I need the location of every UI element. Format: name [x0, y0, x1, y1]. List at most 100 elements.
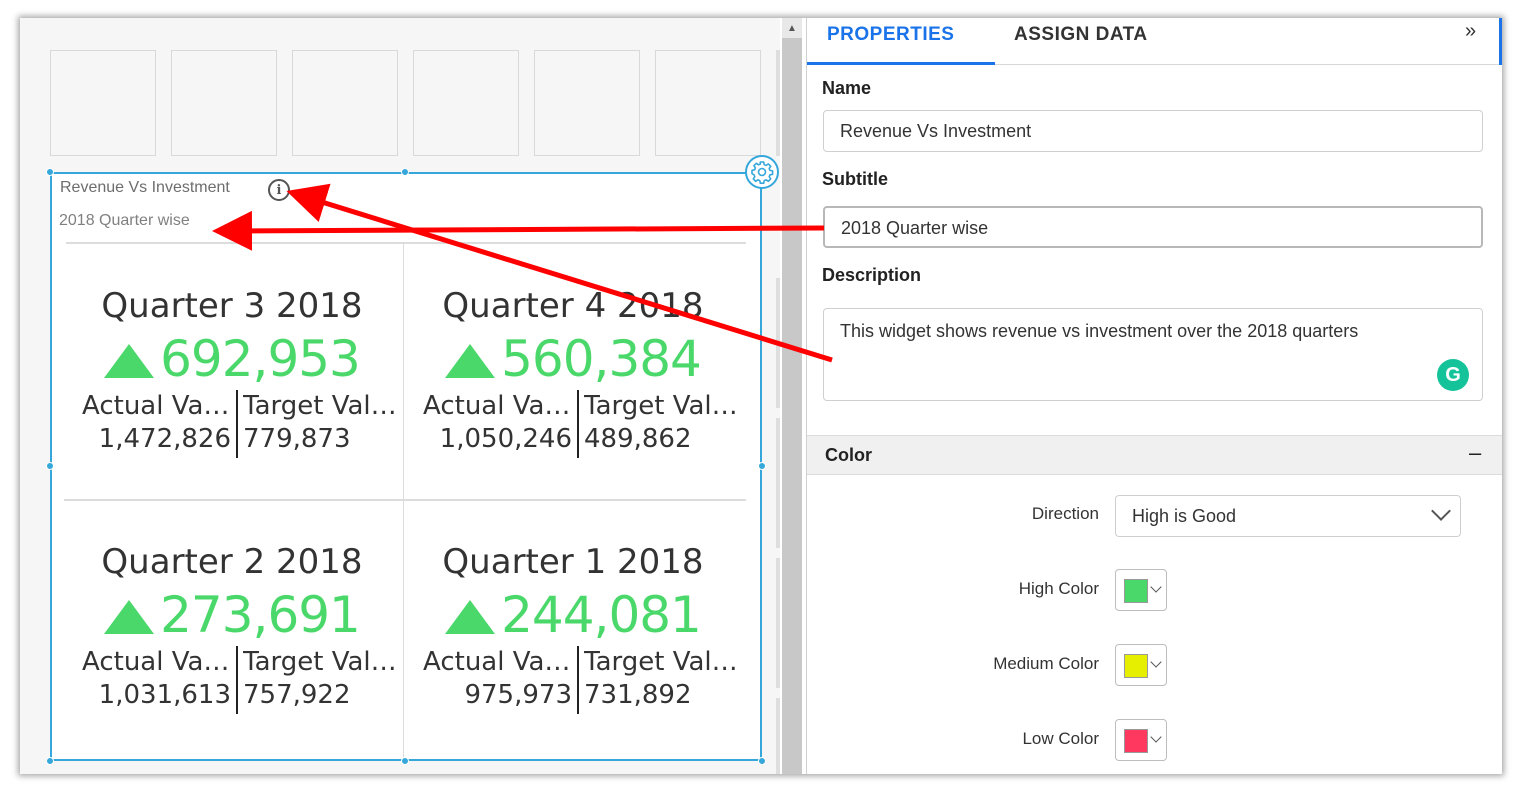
low-color-picker[interactable] [1115, 719, 1167, 761]
double-chevron-right-icon[interactable]: » [1465, 20, 1476, 43]
resize-handle-bottom-right[interactable] [758, 757, 766, 765]
actual-value: 1,050,246 [439, 424, 572, 454]
triangle-up-icon [445, 344, 496, 378]
chevron-up-icon[interactable]: ▲ [782, 18, 802, 38]
empty-widget-slot[interactable] [171, 50, 277, 156]
kpi-card-title: Quarter 4 2018 [442, 286, 704, 326]
kpi-value: 244,081 [501, 586, 702, 644]
target-label: Target Val… [584, 647, 738, 677]
active-tab-indicator [807, 62, 995, 65]
triangle-up-icon [104, 600, 155, 634]
kpi-value: 560,384 [501, 330, 702, 388]
target-label: Target Val… [243, 647, 397, 677]
resize-handle-right[interactable] [758, 462, 766, 470]
medium-color-swatch [1124, 654, 1148, 678]
empty-widget-slot-edge [776, 50, 780, 156]
actual-label: Actual Val… [82, 391, 231, 421]
chevron-down-icon [1150, 731, 1162, 743]
target-column: Target Val… 489,862 [579, 390, 743, 456]
actual-value: 1,031,613 [98, 680, 231, 710]
kpi-card-title: Quarter 2 2018 [101, 542, 363, 582]
target-label: Target Val… [243, 391, 397, 421]
kpi-card[interactable]: Quarter 4 2018 560,384 Actual Val… 1,050… [403, 244, 743, 494]
name-input[interactable]: Revenue Vs Investment [823, 110, 1483, 152]
direction-select[interactable]: High is Good [1115, 495, 1461, 537]
kpi-card[interactable]: Quarter 3 2018 692,953 Actual Val… 1,472… [62, 244, 402, 494]
kpi-card-widget[interactable]: Revenue Vs Investment i 2018 Quarter wis… [50, 172, 762, 763]
target-value: 779,873 [243, 424, 351, 454]
color-section-header[interactable]: Color – [807, 435, 1502, 475]
tab-properties[interactable]: PROPERTIES [827, 24, 954, 46]
empty-widget-slot-edge [776, 418, 780, 548]
gear-icon[interactable] [745, 155, 779, 189]
empty-widget-slot[interactable] [534, 50, 640, 156]
designer-canvas: Revenue Vs Investment i 2018 Quarter wis… [20, 18, 780, 774]
resize-handle-bottom-left[interactable] [46, 757, 54, 765]
chevron-down-icon [1150, 656, 1162, 668]
actual-label: Actual Val… [82, 647, 231, 677]
info-icon[interactable]: i [268, 179, 290, 201]
actual-value: 975,973 [464, 680, 572, 710]
actual-column: Actual Val… 975,973 [403, 646, 577, 712]
resize-handle-top-left[interactable] [46, 168, 54, 176]
empty-widget-slot-edge [776, 278, 780, 408]
low-color-swatch [1124, 729, 1148, 753]
kpi-value-row: 560,384 [403, 330, 743, 388]
kpi-card[interactable]: Quarter 2 2018 273,691 Actual Val… 1,031… [62, 500, 402, 750]
target-column: Target Val… 779,873 [238, 390, 402, 456]
resize-handle-bottom[interactable] [401, 757, 409, 765]
subtitle-input[interactable]: 2018 Quarter wise [823, 206, 1483, 248]
direction-selected-value: High is Good [1132, 506, 1237, 526]
chevron-down-icon [1150, 581, 1162, 593]
tab-assign-data[interactable]: ASSIGN DATA [1014, 24, 1148, 46]
resize-handle-left[interactable] [46, 462, 54, 470]
low-color-label: Low Color [1022, 729, 1099, 748]
actual-column: Actual Val… 1,031,613 [62, 646, 236, 712]
kpi-details: Actual Val… 1,031,613 Target Val… 757,92… [62, 646, 402, 716]
actual-label: Actual Val… [423, 647, 572, 677]
widget-title: Revenue Vs Investment [60, 179, 230, 196]
chevron-down-icon [1431, 501, 1451, 521]
description-textarea[interactable]: This widget shows revenue vs investment … [823, 308, 1483, 401]
empty-widget-slot-edge [776, 698, 780, 774]
description-label: Description [822, 265, 922, 285]
empty-widget-slot-edge [776, 558, 780, 688]
empty-widget-slot[interactable] [413, 50, 519, 156]
kpi-details: Actual Val… 975,973 Target Val… 731,892 [403, 646, 743, 716]
collapse-section-icon[interactable]: – [1469, 440, 1481, 466]
target-label: Target Val… [584, 391, 738, 421]
empty-widget-slot[interactable] [292, 50, 398, 156]
color-section-title: Color [825, 445, 872, 465]
subtitle-label: Subtitle [822, 169, 888, 189]
empty-widget-slot[interactable] [50, 50, 156, 156]
actual-column: Actual Val… 1,472,826 [62, 390, 236, 456]
kpi-details: Actual Val… 1,050,246 Target Val… 489,86… [403, 390, 743, 460]
target-value: 757,922 [243, 680, 351, 710]
gear-icon-svg [751, 161, 774, 184]
medium-color-label: Medium Color [993, 654, 1099, 673]
high-color-swatch [1124, 579, 1148, 603]
kpi-card[interactable]: Quarter 1 2018 244,081 Actual Val… 975,9… [403, 500, 743, 750]
target-value: 489,862 [584, 424, 692, 454]
kpi-value: 692,953 [160, 330, 361, 388]
name-label: Name [822, 78, 872, 98]
kpi-details: Actual Val… 1,472,826 Target Val… 779,87… [62, 390, 402, 460]
kpi-value-row: 692,953 [62, 330, 402, 388]
empty-widget-slot[interactable] [655, 50, 761, 156]
panel-tabs: PROPERTIES ASSIGN DATA » [807, 18, 1502, 65]
panel-edge-accent [1499, 18, 1502, 65]
widget-subtitle: 2018 Quarter wise [59, 212, 190, 229]
actual-column: Actual Val… 1,050,246 [403, 390, 577, 456]
target-value: 731,892 [584, 680, 692, 710]
direction-label: Direction [1031, 504, 1099, 523]
resize-handle-top[interactable] [401, 168, 409, 176]
medium-color-picker[interactable] [1115, 644, 1167, 686]
high-color-picker[interactable] [1115, 569, 1167, 611]
properties-panel: PROPERTIES ASSIGN DATA » Name Revenue Vs… [806, 18, 1502, 774]
panel-splitter[interactable] [782, 18, 802, 774]
target-column: Target Val… 757,922 [238, 646, 402, 712]
triangle-up-icon [104, 344, 155, 378]
grammarly-icon[interactable]: G [1437, 359, 1469, 391]
actual-value: 1,472,826 [98, 424, 231, 454]
kpi-value-row: 273,691 [62, 586, 402, 644]
